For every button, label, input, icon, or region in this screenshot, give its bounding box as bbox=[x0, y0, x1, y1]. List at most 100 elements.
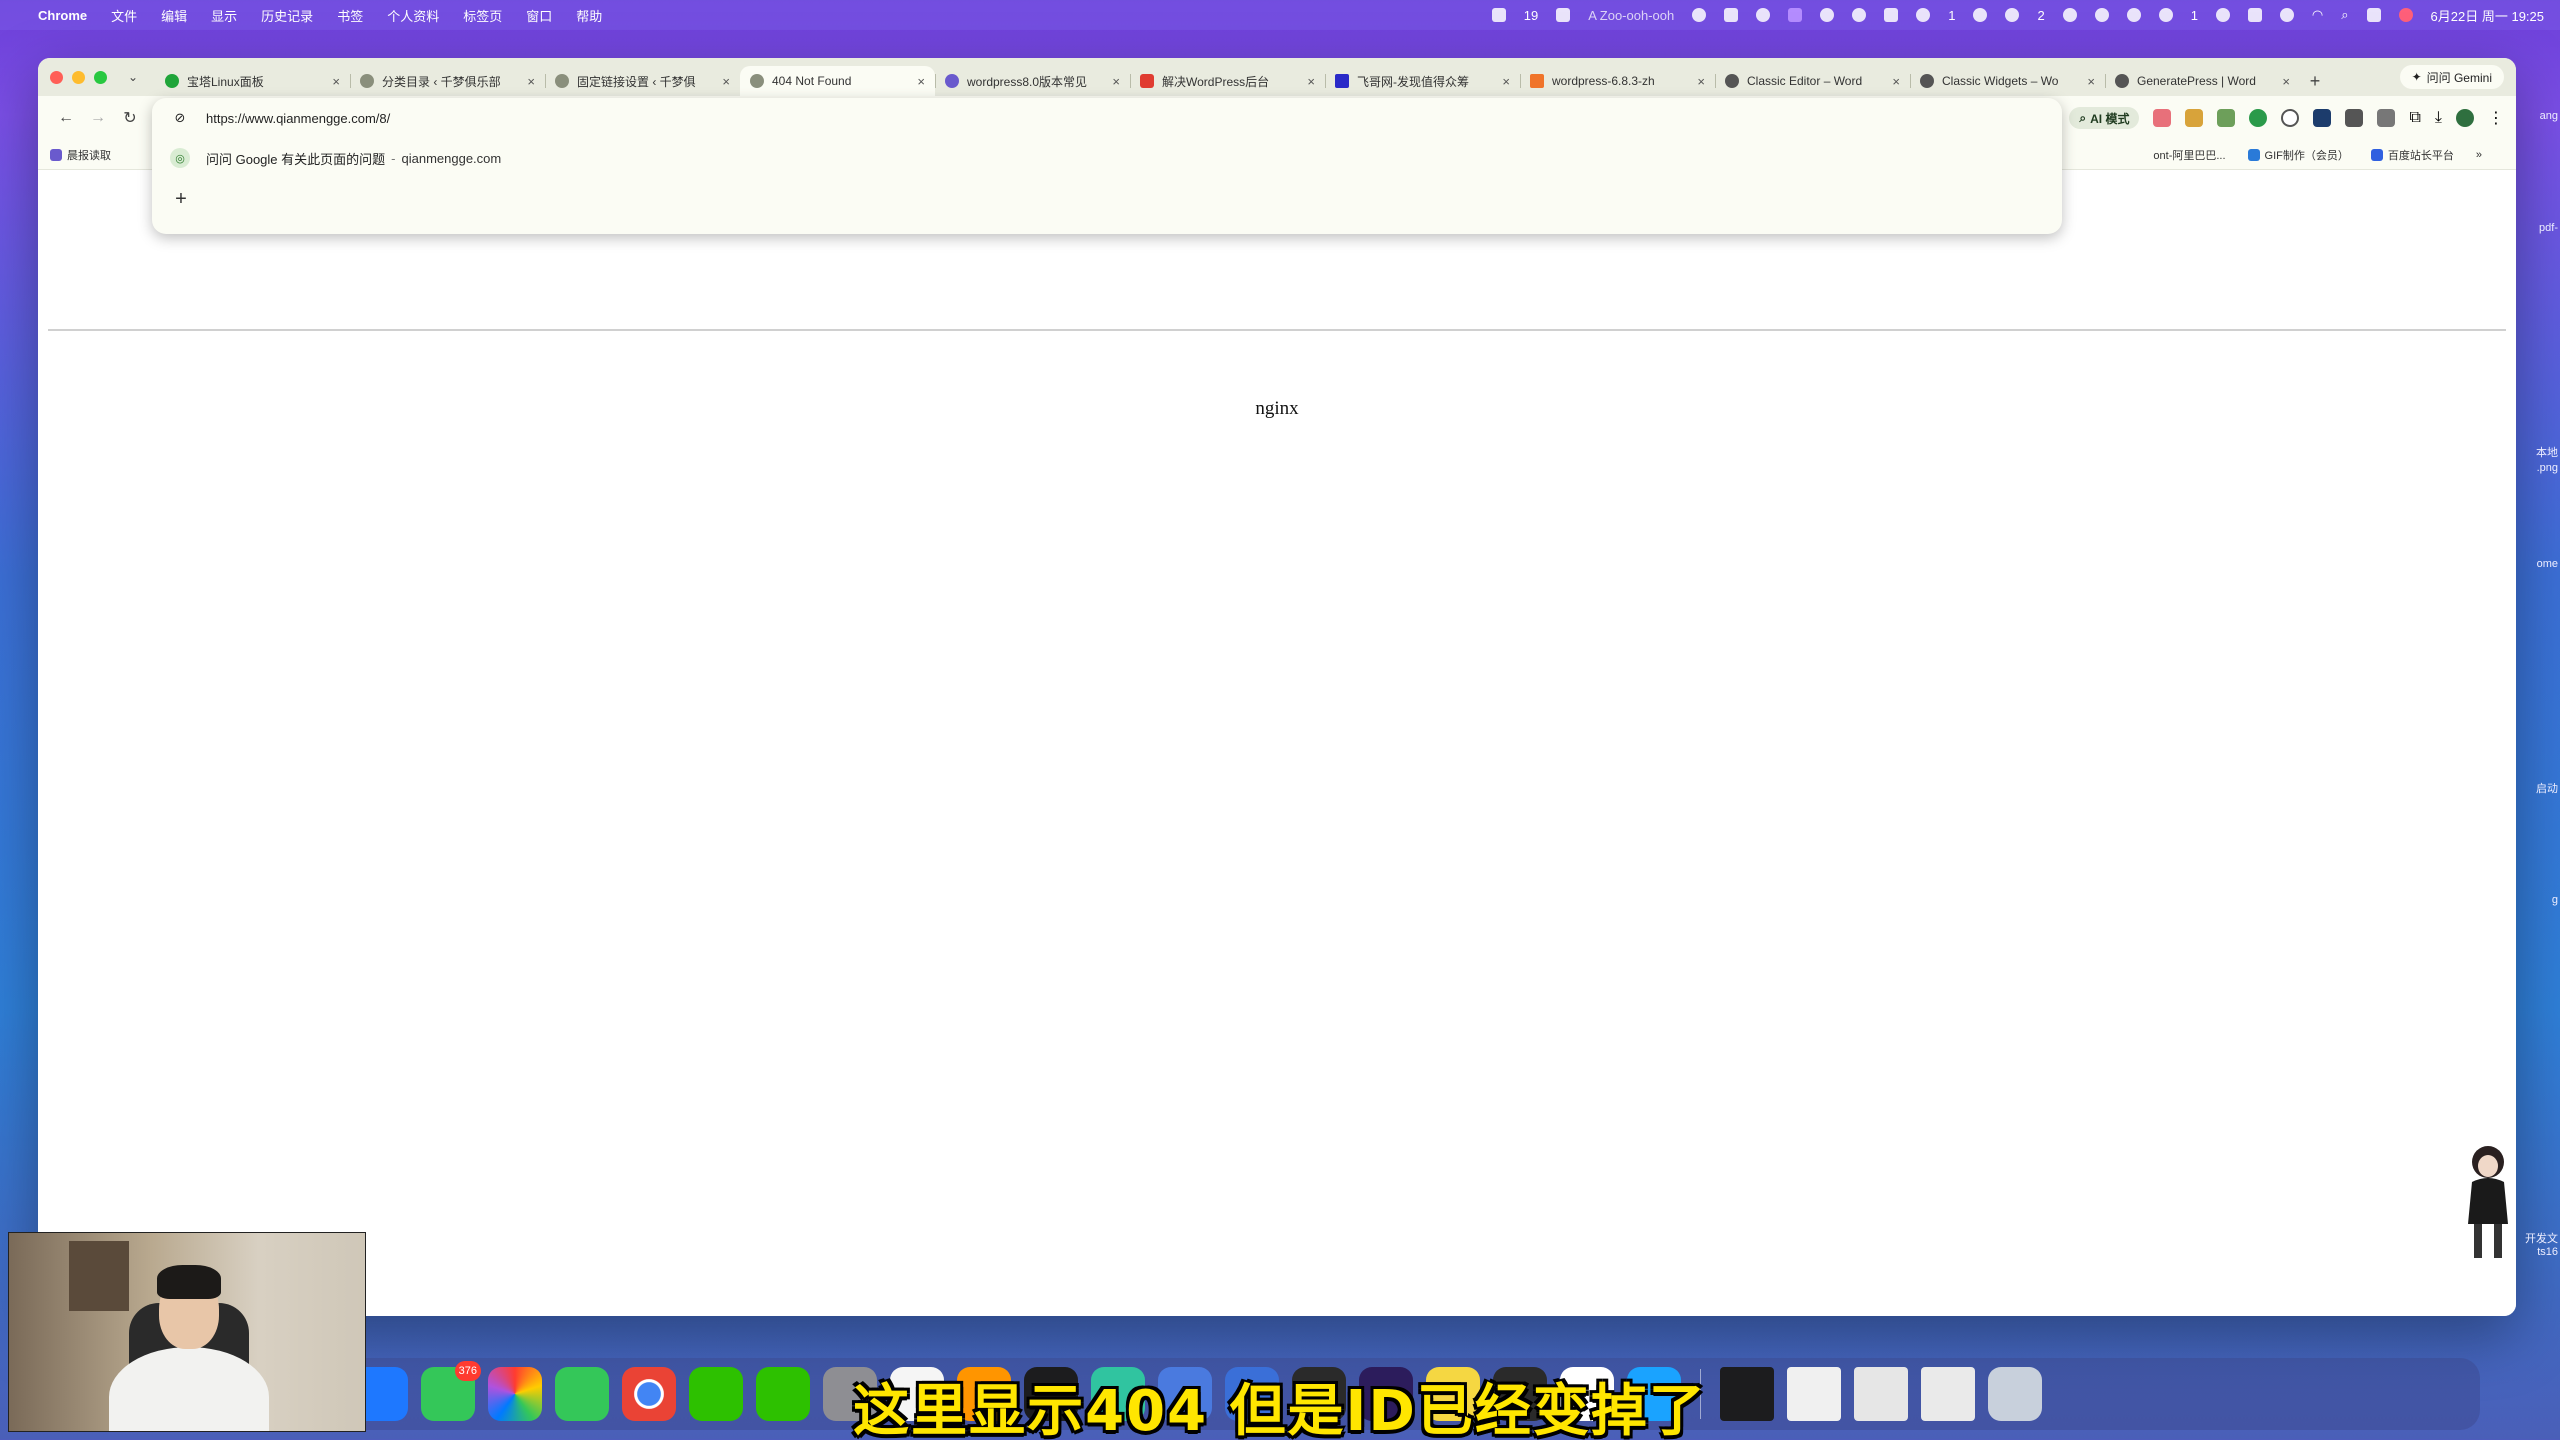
close-tab-icon[interactable]: × bbox=[1307, 74, 1315, 89]
extensions-puzzle-icon[interactable]: ⧉ bbox=[2409, 109, 2420, 127]
sync-tray-icon[interactable] bbox=[1756, 8, 1771, 22]
chrome-menu-icon[interactable]: ⋮ bbox=[2488, 108, 2504, 128]
desktop-file-label[interactable]: .png bbox=[2518, 462, 2558, 474]
close-tab-icon[interactable]: × bbox=[1502, 74, 1510, 89]
desktop-file-label[interactable]: pdf- bbox=[2518, 222, 2558, 234]
menu-tabs[interactable]: 标签页 bbox=[463, 6, 502, 25]
menu-window[interactable]: 窗口 bbox=[526, 6, 552, 25]
cloud-tray-icon[interactable] bbox=[1852, 8, 1867, 22]
display-tray-icon[interactable] bbox=[2247, 8, 2262, 22]
desktop-file-label[interactable]: 本地 bbox=[2518, 444, 2558, 460]
bookmark-item[interactable]: 晨报读取 bbox=[50, 147, 111, 163]
minimize-window-button[interactable] bbox=[72, 70, 85, 84]
desktop-file-label[interactable]: ts16 bbox=[2518, 1246, 2558, 1258]
close-tab-icon[interactable]: × bbox=[332, 74, 340, 89]
desktop-file-label[interactable]: g bbox=[2518, 894, 2558, 906]
extension-puzzle-badge-icon[interactable] bbox=[2217, 109, 2236, 127]
tab-search-chevron-icon[interactable]: ⌄ bbox=[121, 65, 145, 89]
music-tray-icon[interactable] bbox=[1692, 8, 1707, 22]
menubar-clock[interactable]: 6月22日 周一 19:25 bbox=[2431, 6, 2544, 25]
omnibox-suggestion[interactable]: ◎ 问问 Google 有关此页面的问题 - qianmengge.com bbox=[152, 138, 2062, 178]
reload-button[interactable]: ↻ bbox=[114, 102, 146, 134]
control-center-icon[interactable] bbox=[2366, 8, 2381, 22]
ai-mode-button[interactable]: ⌕ AI 模式 bbox=[2069, 107, 2140, 129]
ask-gemini-button[interactable]: ✦ 问问 Gemini bbox=[2399, 65, 2504, 89]
tab-bt-panel[interactable]: 宝塔Linux面板 × bbox=[155, 66, 350, 96]
screen-tray-icon[interactable] bbox=[1788, 8, 1803, 22]
bookmark-item[interactable]: GIF制作（会员） bbox=[2247, 147, 2349, 163]
tab-feige[interactable]: 飞哥网-发现值得众筹 × bbox=[1325, 66, 1520, 96]
tab-wordpress-download[interactable]: wordpress-6.8.3-zh × bbox=[1520, 66, 1715, 96]
desktop-file-label[interactable]: 开发文 bbox=[2518, 1230, 2558, 1246]
extension-chat-icon[interactable] bbox=[2249, 109, 2268, 127]
extension-grid-icon[interactable] bbox=[2345, 109, 2364, 127]
menu-app-name[interactable]: Chrome bbox=[38, 8, 87, 23]
menu-history[interactable]: 历史记录 bbox=[261, 6, 313, 25]
forward-button[interactable]: → bbox=[82, 102, 114, 134]
address-input[interactable]: https://www.qianmengge.com/8/ bbox=[206, 111, 390, 126]
control-tray-icon[interactable] bbox=[2279, 8, 2294, 22]
menu-bookmarks[interactable]: 书签 bbox=[337, 6, 363, 25]
omnibox-input-row[interactable]: ⊘ https://www.qianmengge.com/8/ bbox=[152, 98, 2062, 138]
extension-shield-icon[interactable] bbox=[2313, 109, 2332, 127]
ai-search-icon: ⌕ bbox=[2079, 110, 2087, 125]
menu-help[interactable]: 帮助 bbox=[576, 6, 602, 25]
check-tray-icon[interactable] bbox=[2062, 8, 2077, 22]
tab-classic-widgets[interactable]: Classic Widgets – Wo × bbox=[1910, 66, 2105, 96]
tab-categories[interactable]: 分类目录 ‹ 千梦俱乐部 × bbox=[350, 66, 545, 96]
tab-404-not-found[interactable]: 404 Not Found × bbox=[740, 66, 935, 96]
download-icon[interactable]: ⤓ bbox=[2435, 109, 2442, 127]
desktop-file-label[interactable]: ang bbox=[2518, 110, 2558, 122]
scissors-tray-icon[interactable] bbox=[1973, 8, 1988, 22]
bookmark-item[interactable]: 百度站长平台 bbox=[2370, 147, 2454, 163]
mail-tray-icon[interactable] bbox=[1724, 8, 1739, 22]
close-tab-icon[interactable]: × bbox=[1892, 74, 1900, 89]
messages-tray-icon[interactable] bbox=[2158, 8, 2173, 22]
search-icon[interactable]: ⌕ bbox=[2341, 7, 2348, 23]
close-tab-icon[interactable]: × bbox=[1697, 74, 1705, 89]
close-tab-icon[interactable]: × bbox=[917, 74, 925, 89]
menu-edit[interactable]: 编辑 bbox=[161, 6, 187, 25]
tab-permalinks[interactable]: 固定链接设置 ‹ 千梦俱 × bbox=[545, 66, 740, 96]
wechat-tray-icon[interactable] bbox=[2005, 8, 2020, 22]
close-tab-icon[interactable]: × bbox=[527, 74, 535, 89]
siri-icon[interactable] bbox=[2398, 8, 2413, 22]
site-info-icon[interactable]: ⊘ bbox=[170, 108, 190, 128]
battery-tray-icon[interactable] bbox=[1884, 8, 1899, 22]
desktop-file-label[interactable]: ome bbox=[2518, 558, 2558, 570]
tab-generatepress[interactable]: GeneratePress | Word × bbox=[2105, 66, 2300, 96]
now-playing-text[interactable]: A Zoo-ooh-ooh bbox=[1588, 8, 1674, 23]
clock-tray-icon[interactable] bbox=[1820, 8, 1835, 22]
bookmark-item[interactable]: ont-阿里巴巴... bbox=[2153, 147, 2225, 163]
menu-file[interactable]: 文件 bbox=[111, 6, 137, 25]
wifi-icon[interactable]: ◠ bbox=[2312, 7, 2323, 23]
extension-folder-icon[interactable] bbox=[2185, 109, 2204, 127]
vpn-tray-icon[interactable] bbox=[2126, 8, 2141, 22]
tab-wp-admin-fix[interactable]: 解决WordPress后台 × bbox=[1130, 66, 1325, 96]
play-tray-icon[interactable] bbox=[2215, 8, 2230, 22]
profile-avatar[interactable] bbox=[2456, 109, 2474, 127]
menu-view[interactable]: 显示 bbox=[211, 6, 237, 25]
add-context-plus-icon[interactable]: + bbox=[170, 188, 192, 210]
close-tab-icon[interactable]: × bbox=[2282, 74, 2290, 89]
desktop-mascot-figure[interactable] bbox=[2458, 1144, 2520, 1262]
back-button[interactable]: ← bbox=[50, 102, 82, 134]
close-window-button[interactable] bbox=[50, 70, 63, 84]
close-tab-icon[interactable]: × bbox=[722, 74, 730, 89]
desktop-file-label[interactable]: 启动 bbox=[2518, 780, 2558, 796]
more-bookmarks-button[interactable]: » bbox=[2476, 149, 2482, 161]
extension-timer-icon[interactable] bbox=[2281, 109, 2300, 127]
chat-tray-icon[interactable] bbox=[1916, 8, 1931, 22]
word-tray-icon[interactable] bbox=[1491, 8, 1506, 22]
zoom-window-button[interactable] bbox=[94, 70, 107, 84]
extension-card-icon[interactable] bbox=[2377, 109, 2396, 127]
extension-lightbulb-icon[interactable] bbox=[2153, 109, 2172, 127]
close-tab-icon[interactable]: × bbox=[1112, 74, 1120, 89]
calendar-tray-icon[interactable] bbox=[1556, 8, 1571, 22]
menu-profiles[interactable]: 个人资料 bbox=[387, 6, 439, 25]
tab-wordpress-faq[interactable]: wordpress8.0版本常见 × bbox=[935, 66, 1130, 96]
tab-classic-editor[interactable]: Classic Editor – Word × bbox=[1715, 66, 1910, 96]
settings-tray-icon[interactable] bbox=[2094, 8, 2109, 22]
new-tab-button[interactable]: + bbox=[2300, 66, 2330, 96]
close-tab-icon[interactable]: × bbox=[2087, 74, 2095, 89]
